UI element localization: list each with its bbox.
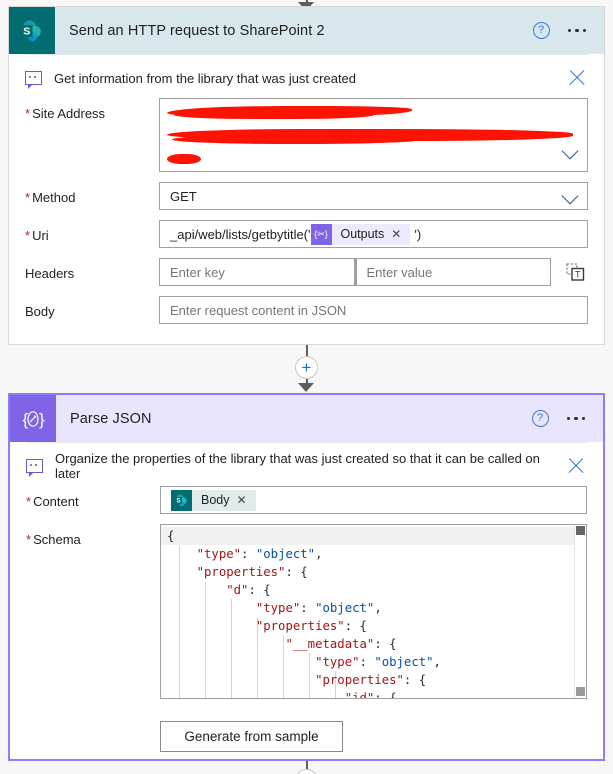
comment-text: Organize the properties of the library t… — [55, 451, 540, 481]
method-value: GET — [170, 188, 197, 204]
content-input[interactable]: S Body ✕ — [160, 486, 587, 514]
field-row-site-address: * Site Address — [25, 98, 588, 172]
headers-key-value-row: Enter key Enter value T — [159, 258, 588, 286]
site-address-input[interactable] — [159, 98, 588, 172]
uri-suffix-text: ') — [414, 226, 422, 242]
generate-from-sample-button[interactable]: Generate from sample — [160, 721, 343, 752]
card-title-parse-json: Parse JSON — [70, 410, 152, 427]
schema-code-content[interactable]: { "type": "object", "properties": { "d":… — [161, 525, 586, 698]
code-line: "id": { — [344, 691, 397, 698]
add-step-button-bottom[interactable]: + — [295, 769, 318, 774]
body-input[interactable]: Enter request content in JSON — [159, 296, 588, 324]
code-line: "type": "object", — [196, 547, 323, 561]
svg-text:S: S — [176, 498, 180, 504]
field-row-method: * Method GET — [25, 182, 588, 210]
card-body-sharepoint: Get information from the library that wa… — [9, 54, 604, 324]
schema-editor[interactable]: { "type": "object", "properties": { "d":… — [160, 524, 587, 699]
help-icon[interactable]: ? — [531, 410, 549, 427]
more-options-icon[interactable] — [565, 411, 588, 427]
card-header-parse-json: { } Parse JSON ? — [10, 395, 603, 442]
code-line: "type": "object", — [255, 601, 382, 615]
svg-text:S: S — [23, 25, 30, 37]
comment-icon — [25, 71, 42, 89]
help-icon[interactable]: ? — [532, 22, 550, 39]
sharepoint-icon: S — [9, 7, 55, 54]
field-label-method: * Method — [25, 190, 76, 205]
text-mode-icon[interactable]: T — [562, 262, 588, 282]
schema-scrollbar[interactable] — [574, 525, 586, 698]
chevron-down-icon[interactable] — [561, 187, 579, 205]
chevron-down-icon[interactable] — [561, 142, 579, 160]
card-title-sharepoint: Send an HTTP request to SharePoint 2 — [69, 22, 325, 39]
field-label-site-address: * Site Address — [25, 106, 106, 121]
remove-token-icon[interactable]: ✕ — [237, 493, 256, 507]
code-line: "properties": { — [196, 565, 308, 579]
field-label-schema: * Schema — [26, 532, 81, 547]
card-header-sharepoint: S Send an HTTP request to SharePoint 2 ? — [9, 7, 604, 54]
close-icon[interactable] — [565, 455, 587, 477]
field-row-body: Body Enter request content in JSON — [25, 296, 588, 324]
required-marker: * — [25, 106, 31, 121]
required-marker: * — [25, 228, 31, 243]
dynamic-token-body[interactable]: S Body ✕ — [171, 489, 256, 511]
card-header-actions-parse-json: ? — [531, 410, 604, 427]
field-label-body: Body — [25, 304, 55, 319]
remove-token-icon[interactable]: ✕ — [391, 227, 410, 241]
more-options-icon[interactable] — [566, 23, 589, 39]
scrollbar-thumb[interactable] — [576, 526, 585, 535]
header-value-placeholder: Enter value — [366, 264, 433, 280]
card-header-actions-sharepoint: ? — [532, 22, 605, 39]
code-line: "type": "object", — [315, 655, 441, 669]
header-value-input[interactable]: Enter value — [355, 258, 551, 286]
required-marker: * — [25, 190, 31, 205]
close-icon[interactable] — [566, 67, 588, 89]
parse-json-icon: {✂} — [310, 223, 332, 245]
code-line: "properties": { — [315, 673, 427, 687]
action-card-parse-json: { } Parse JSON ? Organize the properties… — [8, 393, 605, 761]
token-label: Body — [201, 493, 230, 507]
code-line: "properties": { — [255, 619, 367, 633]
add-step-button[interactable]: + — [295, 356, 318, 379]
sharepoint-icon: S — [171, 489, 192, 511]
field-label-content: * Content — [26, 494, 79, 509]
comment-text: Get information from the library that wa… — [54, 70, 357, 86]
field-row-content: * Content S Body ✕ — [26, 486, 587, 514]
code-line: "__metadata": { — [285, 637, 397, 651]
comment-row-sharepoint: Get information from the library that wa… — [25, 55, 588, 98]
uri-input[interactable]: _api/web/lists/getbytitle(' {✂} Outputs … — [159, 220, 588, 248]
body-placeholder: Enter request content in JSON — [170, 302, 347, 318]
field-row-uri: * Uri _api/web/lists/getbytitle(' {✂} Out… — [25, 220, 588, 248]
method-dropdown[interactable]: GET — [159, 182, 588, 210]
action-card-sharepoint: S Send an HTTP request to SharePoint 2 ?… — [8, 6, 605, 345]
scrollbar-thumb-bottom[interactable] — [576, 687, 585, 696]
parse-json-icon: { } — [10, 395, 56, 442]
svg-text:}: } — [39, 410, 45, 429]
uri-prefix-text: _api/web/lists/getbytitle(' — [170, 226, 311, 242]
comment-row-parse-json: Organize the properties of the library t… — [26, 443, 587, 486]
dynamic-token-outputs[interactable]: {✂} Outputs ✕ — [310, 223, 411, 245]
token-label: Outputs — [340, 227, 385, 241]
field-label-headers: Headers — [25, 266, 75, 281]
header-key-placeholder: Enter key — [170, 264, 225, 280]
required-marker: * — [26, 494, 32, 509]
connector-arrow-middle — [298, 383, 314, 392]
code-line: "d": { — [226, 583, 271, 597]
flow-designer-canvas: S Send an HTTP request to SharePoint 2 ?… — [0, 0, 613, 774]
field-row-schema: * Schema { "type": "object", "properties"… — [26, 524, 587, 699]
required-marker: * — [26, 532, 32, 547]
field-row-headers: Headers Enter key Enter value T — [25, 258, 588, 286]
field-label-uri: * Uri — [25, 228, 49, 243]
comment-icon — [26, 459, 43, 477]
header-key-input[interactable]: Enter key — [159, 258, 355, 286]
code-line: { — [161, 527, 586, 545]
svg-text:T: T — [574, 269, 580, 279]
card-body-parse-json: Organize the properties of the library t… — [10, 442, 603, 752]
